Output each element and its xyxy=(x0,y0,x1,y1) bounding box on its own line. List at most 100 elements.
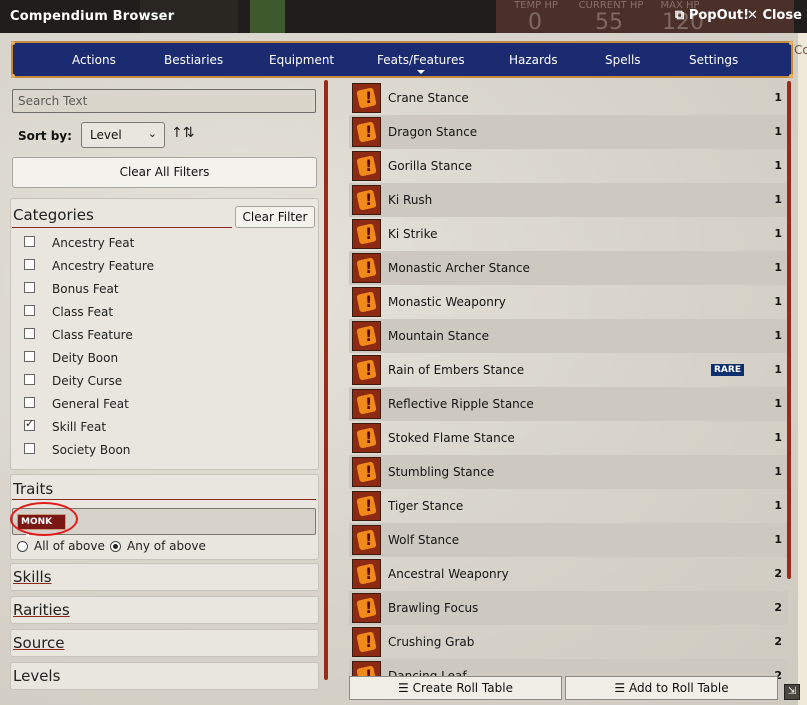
list-item[interactable]: ! Monastic Weaponry 1 xyxy=(349,285,788,319)
skills-header[interactable]: Skills xyxy=(13,568,52,586)
levels-header[interactable]: Levels xyxy=(13,667,60,685)
category-checkbox-bonus-feat[interactable] xyxy=(24,282,35,293)
item-level: 1 xyxy=(774,431,782,444)
category-checkbox-ancestry-feat[interactable] xyxy=(24,236,35,247)
list-item[interactable]: ! Ki Rush 1 xyxy=(349,183,788,217)
feat-icon: ! xyxy=(352,321,381,351)
category-label: Skill Feat xyxy=(52,420,107,434)
categories-title: Categories xyxy=(13,206,94,224)
feat-icon: ! xyxy=(352,253,381,283)
item-name[interactable]: Gorilla Stance xyxy=(388,159,472,173)
match-any-radio[interactable] xyxy=(110,541,121,552)
title-bar[interactable]: Compendium Browser TEMP HP 0 CURRENT HP … xyxy=(0,0,807,35)
category-checkbox-general-feat[interactable] xyxy=(24,397,35,408)
list-item[interactable]: ! Stoked Flame Stance 1 xyxy=(349,421,788,455)
item-level: 2 xyxy=(774,567,782,580)
list-item[interactable]: ! Dragon Stance 1 xyxy=(349,115,788,149)
item-name[interactable]: Wolf Stance xyxy=(388,533,459,547)
list-item[interactable]: ! Mountain Stance 1 xyxy=(349,319,788,353)
item-name[interactable]: Tiger Stance xyxy=(388,499,463,513)
tab-actions[interactable]: Actions xyxy=(72,53,116,67)
category-checkbox-deity-curse[interactable] xyxy=(24,374,35,385)
category-label: Deity Boon xyxy=(52,351,119,365)
tab-spells[interactable]: Spells xyxy=(605,53,641,67)
popout-button[interactable]: ⧉ PopOut! xyxy=(675,8,749,23)
highlight-annotation xyxy=(10,502,78,536)
sort-select[interactable]: Level ⌄ xyxy=(81,122,165,148)
feat-icon: ! xyxy=(352,185,381,215)
item-level: 1 xyxy=(774,159,782,172)
category-checkbox-skill-feat[interactable] xyxy=(24,417,35,431)
tab-settings[interactable]: Settings xyxy=(689,53,738,67)
item-name[interactable]: Ki Strike xyxy=(388,227,438,241)
item-name[interactable]: Brawling Focus xyxy=(388,601,478,615)
feat-icon: ! xyxy=(352,457,381,487)
item-name[interactable]: Rain of Embers Stance xyxy=(388,363,524,377)
feat-icon: ! xyxy=(352,83,381,113)
category-checkbox-deity-boon[interactable] xyxy=(24,351,35,362)
list-item[interactable]: ! Stumbling Stance 1 xyxy=(349,455,788,489)
item-level: 1 xyxy=(774,499,782,512)
category-checkbox-ancestry-feature[interactable] xyxy=(24,259,35,270)
list-item[interactable]: ! Monastic Archer Stance 1 xyxy=(349,251,788,285)
category-label: Deity Curse xyxy=(52,374,123,388)
item-level: 1 xyxy=(774,363,782,376)
create-roll-table-button[interactable]: ☰ Create Roll Table xyxy=(349,676,562,700)
item-name[interactable]: Crushing Grab xyxy=(388,635,474,649)
search-input[interactable]: Search Text xyxy=(12,89,316,113)
list-item[interactable]: ! Ancestral Weaponry 2 xyxy=(349,557,788,591)
clear-all-filters-button[interactable]: Clear All Filters xyxy=(12,157,317,188)
match-all-radio[interactable] xyxy=(17,541,28,552)
item-name[interactable]: Reflective Ripple Stance xyxy=(388,397,534,411)
item-name[interactable]: Stoked Flame Stance xyxy=(388,431,515,445)
feat-icon: ! xyxy=(352,151,381,181)
item-name[interactable]: Stumbling Stance xyxy=(388,465,494,479)
feat-icon: ! xyxy=(352,525,381,555)
list-item[interactable]: ! Brawling Focus 2 xyxy=(349,591,788,625)
item-name[interactable]: Ancestral Weaponry xyxy=(388,567,509,581)
results-scrollbar[interactable] xyxy=(787,81,791,579)
external-link-icon: ⧉ xyxy=(675,8,685,23)
background-fragment xyxy=(250,0,285,33)
rarities-header[interactable]: Rarities xyxy=(13,601,70,619)
item-name[interactable]: Dragon Stance xyxy=(388,125,477,139)
list-item[interactable]: ! Crane Stance 1 xyxy=(349,81,788,115)
item-name[interactable]: Mountain Stance xyxy=(388,329,489,343)
sort-ascending-icon[interactable]: ↑⇅ xyxy=(171,125,194,141)
list-item[interactable]: ! Ki Strike 1 xyxy=(349,217,788,251)
item-name[interactable]: Ki Rush xyxy=(388,193,432,207)
list-item[interactable]: ! Wolf Stance 1 xyxy=(349,523,788,557)
category-label: Class Feature xyxy=(52,328,133,342)
tab-equipment[interactable]: Equipment xyxy=(269,53,334,67)
tab-hazards[interactable]: Hazards xyxy=(509,53,558,67)
chevron-down-icon: ⌄ xyxy=(147,127,157,140)
close-button[interactable]: ✕ Close xyxy=(747,8,802,23)
category-checkbox-class-feature[interactable] xyxy=(24,328,35,339)
resize-handle-icon[interactable]: ⇲ xyxy=(784,684,800,700)
item-name[interactable]: Monastic Archer Stance xyxy=(388,261,530,275)
section-underline xyxy=(12,499,316,500)
list-item[interactable]: ! Crushing Grab 2 xyxy=(349,625,788,659)
category-checkbox-class-feat[interactable] xyxy=(24,305,35,316)
add-to-roll-table-button[interactable]: ☰ Add to Roll Table xyxy=(565,676,778,700)
category-checkbox-society-boon[interactable] xyxy=(24,443,35,454)
list-item[interactable]: ! Tiger Stance 1 xyxy=(349,489,788,523)
category-label: Society Boon xyxy=(52,443,131,457)
traits-title: Traits xyxy=(13,480,54,498)
list-item[interactable]: ! Gorilla Stance 1 xyxy=(349,149,788,183)
feat-icon: ! xyxy=(352,117,381,147)
clear-filter-button[interactable]: Clear Filter xyxy=(235,206,315,228)
item-level: 1 xyxy=(774,295,782,308)
item-name[interactable]: Monastic Weaponry xyxy=(388,295,506,309)
panel-divider-scrollbar[interactable] xyxy=(324,80,328,680)
list-item[interactable]: ! Rain of Embers Stance RARE 1 xyxy=(349,353,788,387)
category-label: Ancestry Feature xyxy=(52,259,154,273)
tab-feats-features[interactable]: Feats/Features xyxy=(377,53,465,74)
tab-bestiaries[interactable]: Bestiaries xyxy=(164,53,223,67)
list-item[interactable]: ! Reflective Ripple Stance 1 xyxy=(349,387,788,421)
source-header[interactable]: Source xyxy=(13,634,65,652)
feat-icon: ! xyxy=(352,491,381,521)
item-level: 1 xyxy=(774,193,782,206)
skills-section[interactable] xyxy=(10,563,319,591)
item-name[interactable]: Crane Stance xyxy=(388,91,469,105)
